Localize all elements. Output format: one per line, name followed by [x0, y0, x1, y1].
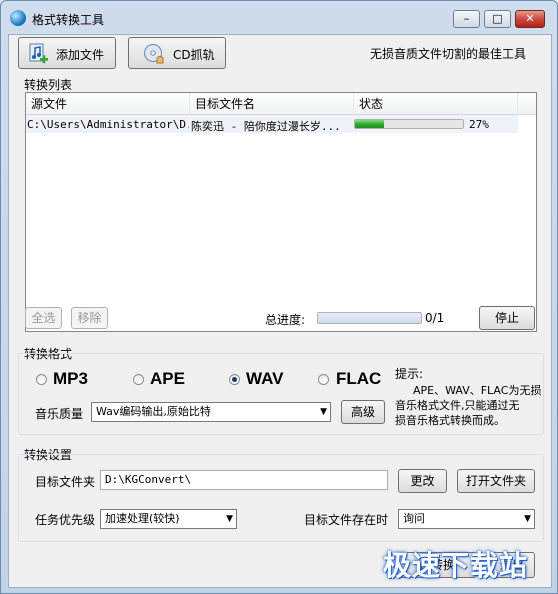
change-folder-button[interactable]: 更改 — [398, 469, 447, 493]
priority-value: 加速处理(较快) — [105, 512, 180, 525]
add-file-button[interactable]: 添加文件 — [18, 37, 116, 69]
priority-label: 任务优先级 — [35, 513, 96, 527]
cd-rip-label: CD抓轨 — [173, 48, 215, 62]
close-button[interactable]: ✕ — [515, 10, 545, 28]
chevron-down-icon: ▼ — [524, 514, 531, 524]
watermark-logo: 极速下载站 — [383, 549, 529, 582]
total-progress-text: 0/1 — [425, 311, 445, 325]
column-target[interactable]: 目标文件名 — [190, 93, 354, 115]
client-area: 添加文件 CD抓轨 无损音质文件切割的最佳工具 转换列表 源文件 目标文件名 状… — [8, 34, 552, 588]
stop-button[interactable]: 停止 — [479, 306, 535, 330]
folder-input[interactable]: D:\KGConvert\ — [100, 470, 388, 490]
hint-line-1: APE、WAV、FLAC为无损 — [413, 384, 542, 397]
cd-icon — [144, 44, 164, 64]
quality-value: Wav编码输出,原始比特 — [96, 405, 211, 418]
quality-label: 音乐质量 — [35, 407, 84, 421]
remove-button[interactable]: 移除 — [71, 307, 108, 329]
row-progress-bar — [354, 119, 464, 129]
format-option-flac[interactable]: FLAC — [336, 369, 381, 389]
radio-mp3[interactable] — [36, 374, 47, 385]
app-icon — [10, 10, 26, 26]
advanced-button[interactable]: 高级 — [341, 400, 385, 424]
row-progress-fill — [355, 120, 385, 128]
convert-list[interactable]: 源文件 目标文件名 状态 C:\Users\Administrator\D...… — [25, 92, 537, 332]
total-progress-bar — [317, 312, 422, 324]
close-icon: ✕ — [525, 12, 535, 25]
format-option-ape[interactable]: APE — [150, 369, 185, 389]
add-music-file-icon — [29, 43, 48, 64]
exists-value: 询问 — [403, 512, 425, 525]
window-title: 格式转换工具 — [32, 13, 105, 27]
maximize-button[interactable]: □ — [484, 10, 511, 28]
format-option-wav[interactable]: WAV — [246, 369, 283, 389]
chevron-down-icon: ▼ — [320, 407, 327, 417]
add-file-label: 添加文件 — [56, 48, 105, 62]
table-row[interactable]: C:\Users\Administrator\D... 陈奕迅 - 陪你度过漫长… — [26, 115, 518, 133]
select-all-button[interactable]: 全选 — [25, 307, 62, 329]
cd-rip-button[interactable]: CD抓轨 — [128, 37, 226, 69]
hint-line-3: 损音乐格式转换而成。 — [395, 414, 505, 427]
quality-select[interactable]: Wav编码输出,原始比特 ▼ — [91, 402, 331, 422]
total-progress-label: 总进度: — [265, 313, 306, 327]
convert-list-label: 转换列表 — [24, 78, 73, 92]
hint-line-2: 音乐格式文件,只能通过无 — [395, 399, 520, 412]
chevron-down-icon: ▼ — [226, 514, 233, 524]
folder-label: 目标文件夹 — [35, 475, 96, 489]
row-progress-text: 27% — [469, 118, 489, 131]
minimize-icon: – — [463, 12, 470, 25]
title-bar[interactable]: 格式转换工具 – □ ✕ — [1, 1, 557, 35]
radio-ape[interactable] — [133, 374, 144, 385]
minimize-button[interactable]: – — [453, 10, 480, 28]
column-source[interactable]: 源文件 — [26, 93, 190, 115]
exists-select[interactable]: 询问 ▼ — [398, 509, 535, 529]
hint-title: 提示: — [395, 367, 424, 381]
column-filler — [518, 93, 536, 115]
priority-select[interactable]: 加速处理(较快) ▼ — [100, 509, 237, 529]
open-folder-button[interactable]: 打开文件夹 — [457, 469, 535, 493]
exists-label: 目标文件存在时 — [304, 513, 389, 527]
maximize-icon: □ — [492, 12, 503, 25]
radio-flac[interactable] — [318, 374, 329, 385]
app-window: 格式转换工具 – □ ✕ 添加文件 CD抓轨 无损音质文件切割的最佳工具 转换列… — [0, 0, 558, 594]
format-option-mp3[interactable]: MP3 — [53, 369, 88, 389]
radio-wav[interactable] — [229, 374, 240, 385]
column-status[interactable]: 状态 — [354, 93, 518, 115]
row-target: 陈奕迅 - 陪你度过漫长岁... — [191, 120, 341, 133]
row-source: C:\Users\Administrator\D... — [27, 118, 189, 131]
slogan: 无损音质文件切割的最佳工具 — [370, 47, 527, 61]
